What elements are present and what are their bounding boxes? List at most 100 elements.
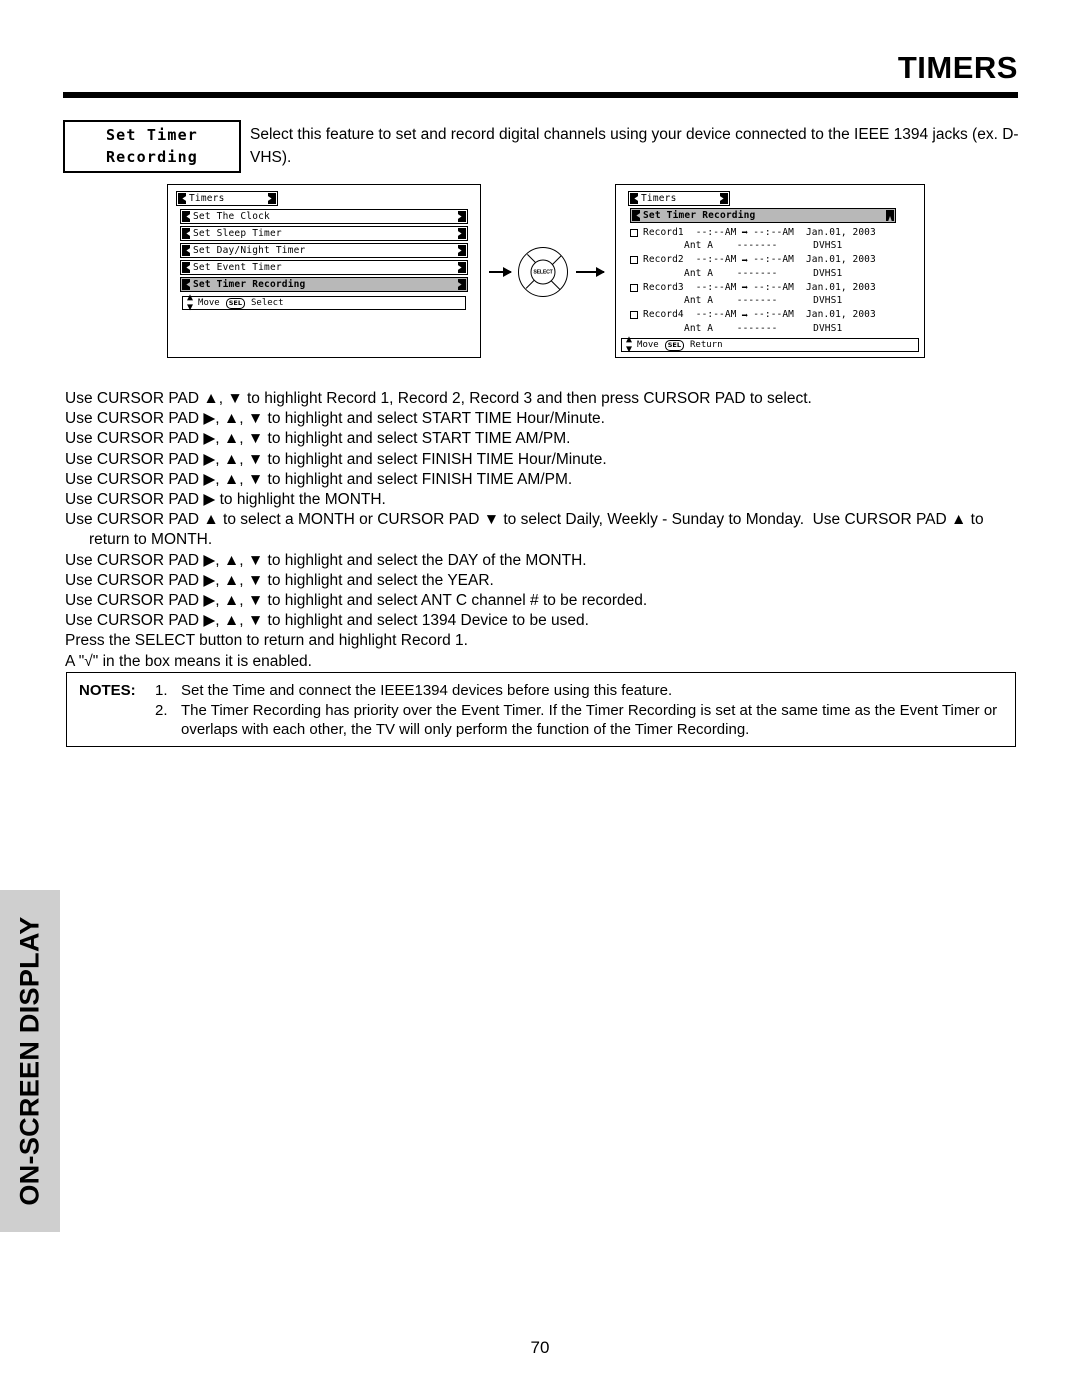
instruction-line: Press the SELECT button to return and hi… bbox=[65, 632, 468, 650]
right-arrow-icon: ➡ bbox=[741, 281, 749, 294]
osd-right-title: Timers bbox=[641, 193, 677, 204]
left-triangle-icon bbox=[178, 193, 186, 204]
osd-right-subtitle: Set Timer Recording bbox=[643, 210, 756, 221]
cursor-pad-icon[interactable]: SELECT bbox=[518, 247, 568, 297]
record-antenna[interactable]: Ant A bbox=[684, 295, 713, 306]
record-start-time[interactable]: --:--AM bbox=[696, 310, 737, 320]
record-finish-time[interactable]: --:--AM bbox=[753, 228, 794, 238]
record-enabled-checkbox[interactable] bbox=[630, 256, 638, 264]
cursor-pad-select-label[interactable]: SELECT bbox=[530, 259, 556, 285]
instruction-line: Use CURSOR PAD ▲, ▼ to highlight Record … bbox=[65, 390, 812, 407]
page-number: 70 bbox=[530, 1338, 550, 1357]
record-channel[interactable]: ------- bbox=[737, 295, 778, 306]
flow-arrow-right bbox=[576, 267, 605, 277]
record-device[interactable]: DVHS1 bbox=[813, 268, 842, 279]
instruction-line: Use CURSOR PAD ▶, ▲, ▼ to highlight and … bbox=[65, 551, 587, 569]
instruction-line: Use CURSOR PAD ▶, ▲, ▼ to highlight and … bbox=[65, 470, 573, 488]
note-number: 2. bbox=[155, 701, 168, 719]
feature-description: Select this feature to set and record di… bbox=[250, 126, 1019, 166]
osd-left-title: Timers bbox=[189, 193, 225, 204]
note-text: The Timer Recording has priority over th… bbox=[181, 701, 998, 739]
right-triangle-icon bbox=[458, 228, 466, 239]
osd-left-title-bar: Timers bbox=[176, 191, 278, 206]
osd-right-help-bar: ▲ ▼ Move SEL Return bbox=[621, 335, 919, 355]
section-side-tab-label: ON-SCREEN DISPLAY bbox=[14, 916, 45, 1206]
menu-item-set-event-timer[interactable]: Set Event Timer bbox=[180, 260, 468, 275]
menu-item-label: Set Timer Recording bbox=[193, 279, 306, 290]
menu-item-set-sleep-timer[interactable]: Set Sleep Timer bbox=[180, 226, 468, 241]
record-start-time[interactable]: --:--AM bbox=[696, 283, 737, 293]
select-key-icon: SEL bbox=[225, 297, 245, 309]
instruction-line: Use CURSOR PAD ▶, ▲, ▼ to highlight and … bbox=[65, 430, 571, 448]
select-key-icon: SEL bbox=[664, 339, 684, 351]
help-move-label: Move bbox=[198, 298, 220, 308]
note-text: Set the Time and connect the IEEE1394 de… bbox=[181, 682, 673, 699]
flow-arrow-left bbox=[489, 267, 512, 277]
title-divider bbox=[63, 92, 1018, 98]
record-finish-time[interactable]: --:--AM bbox=[753, 255, 794, 265]
record-device[interactable]: DVHS1 bbox=[813, 240, 842, 251]
osd-right-title-bar: Timers bbox=[628, 191, 730, 206]
osd-right-subtitle-bar: Set Timer Recording bbox=[630, 208, 896, 223]
right-triangle-icon bbox=[268, 193, 276, 204]
record-date[interactable]: Jan.01, 2003 bbox=[806, 310, 876, 320]
record-start-time[interactable]: --:--AM bbox=[696, 255, 737, 265]
help-action-label: Return bbox=[689, 340, 723, 350]
menu-item-set-timer-recording[interactable]: Set Timer Recording bbox=[180, 277, 468, 292]
record-antenna[interactable]: Ant A bbox=[684, 240, 713, 251]
note-item: NOTES: 1. Set the Time and connect the I… bbox=[79, 681, 1005, 701]
record-channel[interactable]: ------- bbox=[737, 323, 778, 334]
page-title: TIMERS bbox=[897, 50, 1018, 85]
right-arrow-icon: ➡ bbox=[741, 226, 749, 239]
right-arrow-icon: ➡ bbox=[741, 308, 749, 322]
record-name: Record2 bbox=[643, 254, 684, 266]
feature-label-box: Set Timer Recording bbox=[63, 120, 241, 173]
record-date[interactable]: Jan.01, 2003 bbox=[806, 228, 876, 238]
osd-left-help-bar: ▲ ▼ Move SEL Select bbox=[182, 292, 466, 313]
note-number: 1. bbox=[155, 682, 168, 699]
right-triangle-icon bbox=[720, 193, 728, 204]
instruction-line: Use CURSOR PAD ▶, ▲, ▼ to highlight and … bbox=[65, 612, 589, 630]
menu-item-set-the-clock[interactable]: Set The Clock bbox=[180, 209, 468, 224]
osd-screen-timer-recording: Timers Set Timer Recording Record1 --:--… bbox=[615, 184, 925, 358]
menu-item-set-day-night-timer[interactable]: Set Day/Night Timer bbox=[180, 243, 468, 258]
right-triangle-icon bbox=[458, 245, 466, 256]
instruction-line: Use CURSOR PAD ▶, ▲, ▼ to highlight and … bbox=[65, 592, 648, 610]
left-triangle-icon bbox=[182, 245, 190, 256]
record-antenna[interactable]: Ant A bbox=[684, 323, 713, 334]
section-side-tab: ON-SCREEN DISPLAY bbox=[0, 890, 60, 1232]
osd-left-item-list: Set The Clock Set Sleep Timer Set Day/Ni… bbox=[168, 209, 480, 292]
record-start-time[interactable]: --:--AM bbox=[696, 228, 737, 238]
left-triangle-icon bbox=[182, 211, 190, 222]
right-arrow-icon: ➡ bbox=[741, 253, 749, 267]
record-name: Record3 bbox=[643, 281, 684, 293]
record-channel[interactable]: ------- bbox=[737, 240, 778, 251]
left-triangle-icon bbox=[632, 210, 640, 221]
record-finish-time[interactable]: --:--AM bbox=[753, 283, 794, 293]
record-enabled-checkbox[interactable] bbox=[630, 228, 638, 237]
left-triangle-icon bbox=[630, 193, 638, 204]
instruction-line: Use CURSOR PAD ▶, ▲, ▼ to highlight and … bbox=[65, 571, 494, 589]
record-antenna[interactable]: Ant A bbox=[684, 268, 713, 279]
record-enabled-checkbox[interactable] bbox=[630, 283, 638, 292]
record-device[interactable]: DVHS1 bbox=[813, 295, 842, 306]
notes-box: NOTES: 1. Set the Time and connect the I… bbox=[66, 672, 1016, 747]
record-row[interactable]: Record2 --:--AM ➡ --:--AM Jan.01, 2003 A… bbox=[616, 255, 924, 279]
osd-screen-timers-menu: Timers Set The Clock Set Sleep Timer Set… bbox=[167, 184, 481, 358]
record-row[interactable]: Record1 --:--AM ➡ --:--AM Jan.01, 2003 A… bbox=[616, 227, 924, 251]
record-date[interactable]: Jan.01, 2003 bbox=[806, 255, 876, 265]
chevron-down-icon bbox=[886, 210, 894, 221]
right-triangle-icon bbox=[458, 279, 466, 290]
instruction-line: Use CURSOR PAD ▶ to highlight the MONTH. bbox=[65, 491, 386, 509]
record-channel[interactable]: ------- bbox=[737, 268, 778, 279]
record-row[interactable]: Record4 --:--AM ➡ --:--AM Jan.01, 2003 A… bbox=[616, 310, 924, 334]
record-enabled-checkbox[interactable] bbox=[630, 311, 638, 319]
record-date[interactable]: Jan.01, 2003 bbox=[806, 283, 876, 293]
left-triangle-icon bbox=[182, 228, 190, 239]
up-down-arrow-icon: ▲ ▼ bbox=[187, 292, 193, 313]
left-triangle-icon bbox=[182, 262, 190, 273]
record-finish-time[interactable]: --:--AM bbox=[753, 310, 794, 320]
record-row[interactable]: Record3 --:--AM ➡ --:--AM Jan.01, 2003 A… bbox=[616, 282, 924, 306]
right-triangle-icon bbox=[458, 262, 466, 273]
record-device[interactable]: DVHS1 bbox=[813, 323, 842, 334]
